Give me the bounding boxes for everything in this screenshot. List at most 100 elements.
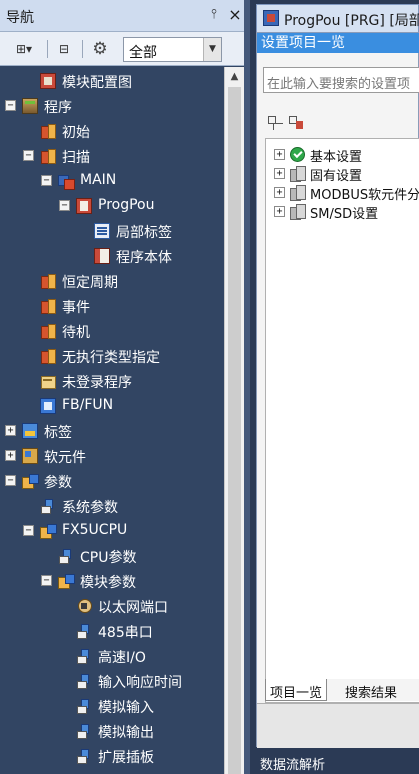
tree-item-label: 无执行类型指定 xyxy=(62,350,160,366)
close-icon[interactable]: × xyxy=(227,5,243,25)
main-program-icon xyxy=(58,173,75,190)
tree-item[interactable]: 恒定周期 xyxy=(0,269,224,293)
system-parameter-icon xyxy=(76,698,92,714)
tree-item-label: FX5UCPU xyxy=(62,522,128,538)
settings-tab-strip: 项目一览 搜索结果 xyxy=(265,679,419,701)
settings-search-input[interactable]: 在此输入要搜索的设置项 xyxy=(263,67,419,93)
tab-progpou[interactable]: ProgPou [PRG] [局部 xyxy=(256,4,419,32)
tab-item-list[interactable]: 项目一览 xyxy=(265,679,328,701)
tree-item[interactable]: 程序本体 xyxy=(0,244,224,268)
tree-item[interactable]: + 标签 xyxy=(0,419,224,443)
expand-icon[interactable]: + xyxy=(274,206,285,217)
parameter-icon xyxy=(40,523,57,539)
settings-toolbar xyxy=(263,113,323,133)
settings-item[interactable]: + 固有设置 xyxy=(266,164,419,184)
tree-item[interactable]: − 程序 xyxy=(0,94,224,118)
tree-item-label: ProgPou xyxy=(98,197,155,213)
collapse-icon[interactable]: − xyxy=(5,100,16,111)
collapse-icon[interactable]: − xyxy=(23,525,34,536)
tree-item-label: 以太网端口 xyxy=(98,600,168,616)
tree-item[interactable]: − 扫描 xyxy=(0,144,224,168)
system-parameter-icon xyxy=(76,623,92,639)
task-icon xyxy=(40,298,56,314)
unregistered-program-icon xyxy=(40,373,56,389)
task-icon xyxy=(40,148,56,164)
settings-item[interactable]: + MODBUS软元件分 xyxy=(266,183,419,203)
tree-item[interactable]: 高速I/O xyxy=(0,644,224,668)
tree-item[interactable]: 未登录程序 xyxy=(0,369,224,393)
tree-item-label: FB/FUN xyxy=(62,397,114,413)
expand-icon[interactable]: + xyxy=(274,187,285,198)
scrollbar-thumb[interactable] xyxy=(228,87,241,774)
parameter-icon xyxy=(22,473,39,489)
tree-item[interactable]: 系统参数 xyxy=(0,494,224,518)
pin-icon[interactable]: ⫯ xyxy=(206,5,222,25)
tree-item[interactable]: 以太网端口 xyxy=(0,594,224,618)
system-parameter-icon xyxy=(76,748,92,764)
tree-item[interactable]: − FX5UCPU xyxy=(0,519,224,543)
tree-item[interactable]: 485串口 xyxy=(0,619,224,643)
gear-button[interactable]: ⚙ xyxy=(88,37,112,61)
settings-item-tree: + 基本设置 + 固有设置 + MODBUS软元件分 + SM/SD设置 xyxy=(265,138,419,703)
tree-item[interactable]: 待机 xyxy=(0,319,224,343)
collapse-icon[interactable]: − xyxy=(41,575,52,586)
tab-search-results[interactable]: 搜索结果 xyxy=(341,679,401,701)
scroll-up-icon[interactable]: ▲ xyxy=(225,67,244,87)
settings-group-icon xyxy=(290,166,306,182)
local-label-icon xyxy=(94,223,110,239)
document-area: ProgPou [PRG] [局部 设置项目一览 在此输入要搜索的设置项 + 基本… xyxy=(250,0,419,774)
tree-item[interactable]: FB/FUN xyxy=(0,394,224,418)
settings-group-icon xyxy=(290,204,306,220)
system-parameter-icon xyxy=(40,498,56,514)
settings-item[interactable]: + SM/SD设置 xyxy=(266,202,419,222)
expand-icon[interactable]: + xyxy=(274,149,285,160)
tree-item[interactable]: − MAIN xyxy=(0,169,224,193)
tree-item[interactable]: − 参数 xyxy=(0,469,224,493)
tree-item[interactable]: 输入响应时间 xyxy=(0,669,224,693)
tree-item[interactable]: 模块配置图 xyxy=(0,69,224,93)
tree-item-label: 程序 xyxy=(44,100,72,116)
collapse-icon[interactable]: − xyxy=(23,150,34,161)
expand-icon[interactable]: + xyxy=(274,168,285,179)
tree-view-icon: ⊞▾ xyxy=(15,42,33,56)
filter-selected-value: 全部 xyxy=(129,45,157,61)
tree-item[interactable]: + 软元件 xyxy=(0,444,224,468)
expand-all-icon[interactable] xyxy=(267,115,283,131)
vertical-scrollbar[interactable]: ▲ xyxy=(224,67,244,774)
tree-item[interactable]: 模拟输入 xyxy=(0,694,224,718)
tree-item[interactable]: − 模块参数 xyxy=(0,569,224,593)
tree-item-label: 模拟输出 xyxy=(98,725,154,741)
tree-item[interactable]: 局部标签 xyxy=(0,219,224,243)
system-parameter-icon xyxy=(76,723,92,739)
tree-item-label: 参数 xyxy=(44,475,72,491)
tree-item[interactable]: 初始 xyxy=(0,119,224,143)
collapse-all-icon[interactable] xyxy=(288,115,304,131)
data-flow-panel-title[interactable]: 数据流解析 xyxy=(256,754,419,774)
collapse-icon[interactable]: − xyxy=(5,475,16,486)
tree-item-label: 系统参数 xyxy=(62,500,118,516)
tree-item[interactable]: CPU参数 xyxy=(0,544,224,568)
expand-icon[interactable]: + xyxy=(5,425,16,436)
task-icon xyxy=(40,123,56,139)
module-config-icon xyxy=(40,73,56,89)
expand-icon[interactable]: + xyxy=(5,450,16,461)
tree-item[interactable]: 事件 xyxy=(0,294,224,318)
filter-select[interactable]: 全部 ▼ xyxy=(123,37,222,62)
settings-item-label: 固有设置 xyxy=(310,169,363,184)
settings-item[interactable]: + 基本设置 xyxy=(266,145,419,165)
collapse-icon[interactable]: − xyxy=(41,175,52,186)
tree-item[interactable]: 扩展插板 xyxy=(0,744,224,768)
collapse-all-button[interactable]: ⊟ xyxy=(52,37,76,61)
tree-item-label: 高速I/O xyxy=(98,650,146,666)
toolbar-separator xyxy=(82,40,83,58)
chevron-down-icon[interactable]: ▼ xyxy=(203,38,221,61)
tree-item[interactable]: 模拟输出 xyxy=(0,719,224,743)
tree-item-label: 输入响应时间 xyxy=(98,675,182,691)
collapse-icon[interactable]: − xyxy=(59,200,70,211)
toolbar-separator xyxy=(47,40,48,58)
nav-toolbar: ⊞▾ ⊟ ⚙ 全部 ▼ xyxy=(0,32,250,66)
tree-item[interactable]: 无执行类型指定 xyxy=(0,344,224,368)
tree-view-button[interactable]: ⊞▾ xyxy=(6,37,42,61)
tree-item[interactable]: − ProgPou xyxy=(0,194,224,218)
task-icon xyxy=(40,348,56,364)
